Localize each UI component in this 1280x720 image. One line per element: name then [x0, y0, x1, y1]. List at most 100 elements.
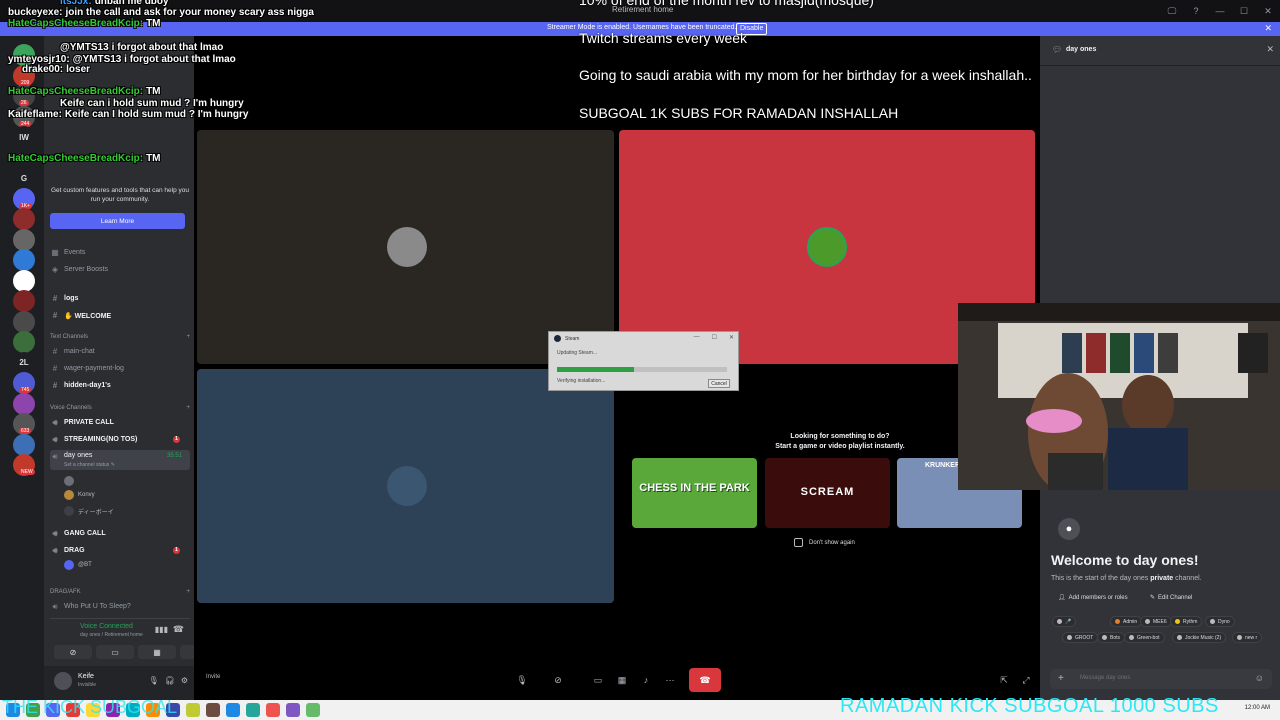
activities-icon[interactable]: ▦ [612, 671, 632, 689]
close-icon[interactable]: ✕ [1266, 44, 1274, 55]
voice-channel-drag[interactable]: 🔊︎ DRAG 1 [50, 544, 190, 557]
voice-channel-streaming[interactable]: 🔊︎ STREAMING(NO TOS) 1 [50, 433, 190, 446]
channel-logs[interactable]: # logs [50, 292, 190, 305]
taskbar-app-icon[interactable] [306, 703, 320, 717]
channel-welcome[interactable]: # ✋ WELCOME [50, 309, 190, 322]
system-tray-clock[interactable]: 12:00 AM [1245, 705, 1270, 711]
camera-off-icon[interactable]: ⊘ [54, 645, 92, 659]
panel-title: day ones [1066, 46, 1097, 53]
more-icon[interactable]: ⋯ [660, 671, 680, 689]
minimize-button[interactable]: — [1208, 0, 1232, 22]
activity-card-scream[interactable]: SCREAM [765, 458, 890, 528]
voice-user[interactable]: @BT [64, 560, 92, 570]
video-tile[interactable] [197, 369, 614, 603]
screen-share-icon[interactable]: 🖵 [1160, 0, 1184, 22]
minimize-button[interactable]: — [694, 334, 700, 341]
help-icon[interactable]: ? [1184, 0, 1208, 22]
soundboard-icon[interactable]: ♪ [180, 645, 194, 659]
server-icon[interactable] [13, 208, 35, 230]
emoji-icon[interactable]: ☺ [1255, 673, 1264, 683]
server-icon[interactable] [13, 290, 35, 312]
screen-share-icon[interactable]: ▭ [588, 671, 608, 689]
camera-off-icon[interactable]: ⊘ [548, 671, 568, 689]
role-chip[interactable]: Bots [1097, 632, 1126, 643]
role-chip[interactable]: Rythm [1170, 616, 1203, 627]
server-icon[interactable] [13, 310, 35, 333]
server-icon[interactable] [13, 433, 35, 456]
screen-share-icon[interactable]: ▭ [96, 645, 134, 659]
banner-close-icon[interactable]: ✕ [1264, 23, 1272, 34]
voice-user[interactable]: ディーボーイ [64, 506, 114, 516]
activities-icon[interactable]: ▦ [138, 645, 176, 659]
microphone-icon[interactable]: 🎙︎ [149, 676, 159, 685]
video-tile[interactable] [197, 130, 614, 364]
voice-connected-sub[interactable]: day ones / Retirement home [80, 632, 143, 638]
add-channel-icon[interactable]: + [186, 405, 190, 411]
avatar[interactable] [54, 672, 72, 690]
taskbar-app-icon[interactable] [186, 703, 200, 717]
channel-status[interactable]: Set a channel status ✎ [64, 462, 115, 468]
category-drag-afk[interactable]: DRAG/AFK + [50, 589, 190, 595]
edit-channel-button[interactable]: ✎ Edit Channel [1150, 594, 1192, 602]
overlay-line-2: Going to saudi arabia with my mom for he… [579, 67, 1032, 83]
add-channel-icon[interactable]: + [186, 334, 190, 340]
dont-show-again[interactable]: Don't show again [794, 538, 855, 547]
cancel-button[interactable]: Cancel [708, 379, 730, 388]
plus-icon[interactable]: + [1058, 673, 1064, 684]
learn-more-button[interactable]: Learn More [50, 213, 185, 229]
checkbox[interactable] [794, 538, 803, 547]
server-icon[interactable] [13, 392, 35, 415]
voice-channel-afk[interactable]: 🔊︎ Who Put U To Sleep? [50, 600, 190, 613]
maximize-button[interactable]: ☐ [1232, 0, 1256, 22]
microphone-icon[interactable]: 🎙︎ [512, 671, 532, 689]
invite-button[interactable]: Invite [206, 674, 220, 680]
fullscreen-icon[interactable]: ⤢ [1016, 671, 1036, 689]
disconnect-button[interactable]: ☎ [689, 668, 721, 692]
role-chip[interactable]: Admin [1110, 616, 1143, 627]
role-chip[interactable]: Green-bot [1124, 632, 1165, 643]
taskbar-app-icon[interactable] [246, 703, 260, 717]
role-chip[interactable]: new r [1232, 632, 1263, 643]
role-chip[interactable]: Dyno [1205, 616, 1235, 627]
server-icon[interactable]: 2L [13, 351, 35, 374]
sidebar-item-server-boosts[interactable]: ◈ Server Boosts [50, 263, 190, 276]
taskbar-app-icon[interactable] [206, 703, 220, 717]
category-voice-channels[interactable]: Voice Channels + [50, 405, 190, 411]
voice-user[interactable]: Konvy [64, 490, 95, 500]
taskbar-app-icon[interactable] [286, 703, 300, 717]
server-icon[interactable] [13, 269, 35, 292]
close-icon[interactable]: ✕ [729, 334, 734, 341]
role-chip[interactable]: GROOT [1062, 632, 1099, 643]
gear-icon[interactable]: ⚙ [181, 676, 188, 685]
voice-channel-private-call[interactable]: 🔊︎ PRIVATE CALL [50, 416, 190, 429]
headphones-icon[interactable]: 🎧︎ [165, 676, 175, 685]
taskbar-app-icon[interactable] [226, 703, 240, 717]
voice-channel-gang-call[interactable]: 🔊︎ GANG CALL [50, 527, 190, 540]
channel-main-chat[interactable]: # main-chat [50, 345, 190, 358]
signal-icon[interactable]: ▮▮▮ [155, 625, 168, 634]
server-icon[interactable] [13, 228, 35, 251]
channel-wager-payment-log[interactable]: # wager-payment-log [50, 362, 190, 375]
server-icon[interactable]: G [13, 167, 35, 189]
soundboard-icon[interactable]: ♪ [636, 671, 656, 689]
popout-icon[interactable]: ⇱ [994, 671, 1014, 689]
username[interactable]: Keife [78, 673, 94, 680]
voice-user[interactable] [64, 476, 78, 486]
sidebar-item-events[interactable]: ▦ Events [50, 246, 190, 259]
server-icon[interactable] [13, 331, 35, 353]
activity-card-chess[interactable]: CHESS IN THE PARK [632, 458, 757, 528]
server-icon[interactable] [13, 249, 35, 271]
role-chip[interactable]: Jockie Music (2) [1172, 632, 1227, 643]
message-input[interactable]: + Message day ones ☺ [1050, 669, 1272, 689]
server-icon[interactable]: IW [13, 126, 35, 148]
add-channel-icon[interactable]: + [186, 589, 190, 595]
close-window-button[interactable]: ✕ [1256, 0, 1280, 22]
channel-hidden-day1s[interactable]: # hidden-day1's [50, 379, 190, 392]
maximize-button[interactable]: ☐ [712, 334, 717, 341]
disconnect-icon[interactable]: ☎ [173, 624, 184, 635]
add-members-button[interactable]: 👤︎ Add members or roles [1058, 594, 1128, 602]
role-chip[interactable]: MEE6 [1140, 616, 1172, 627]
role-chip[interactable]: 🎤 [1052, 616, 1077, 627]
taskbar-app-icon[interactable] [266, 703, 280, 717]
category-text-channels[interactable]: Text Channels + [50, 334, 190, 340]
